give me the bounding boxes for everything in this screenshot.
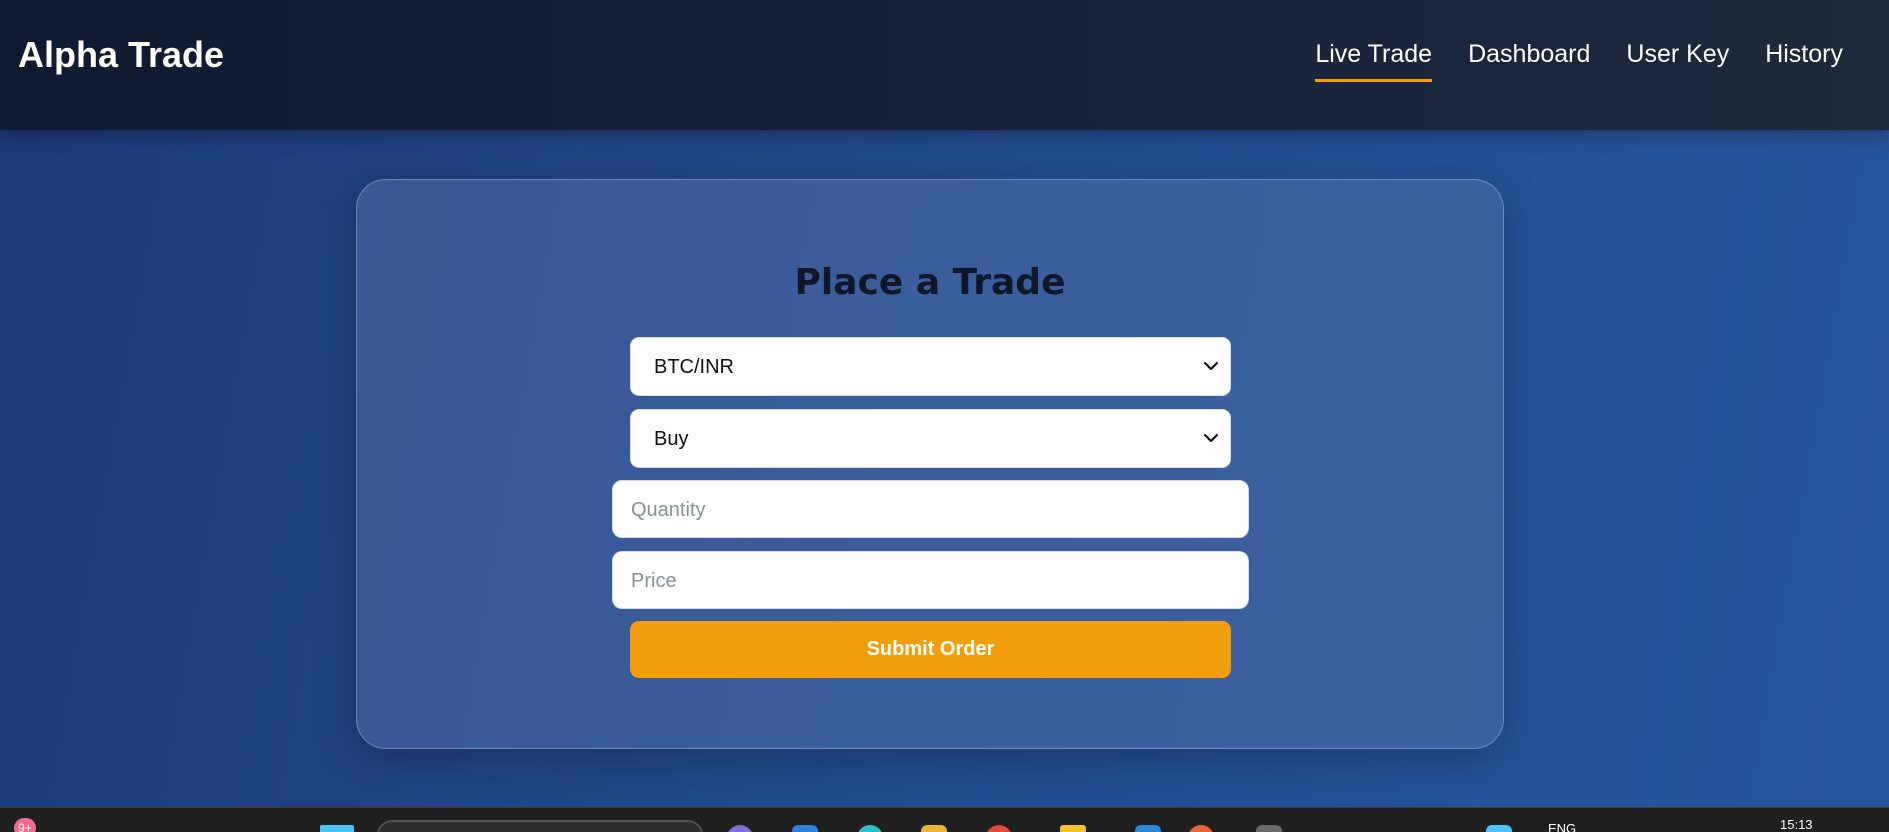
nav-history[interactable]: History — [1765, 40, 1843, 82]
chevron-down-icon — [1203, 361, 1219, 371]
price-input[interactable]: Price — [612, 551, 1249, 609]
taskbar-search[interactable] — [377, 820, 703, 832]
side-select[interactable]: Buy — [630, 409, 1231, 468]
quantity-input[interactable]: Quantity — [612, 480, 1249, 538]
start-icon[interactable] — [320, 825, 354, 832]
nav-dashboard[interactable]: Dashboard — [1468, 40, 1590, 82]
brand-logo-text[interactable]: Alpha Trade — [18, 34, 224, 76]
app-icon[interactable] — [857, 825, 883, 832]
app-icon[interactable] — [1486, 825, 1512, 832]
app-icon[interactable] — [1188, 825, 1214, 832]
code-editor-icon[interactable] — [1135, 825, 1161, 832]
pair-select[interactable]: BTC/INR — [630, 337, 1231, 396]
price-placeholder: Price — [631, 570, 677, 592]
browser-icon[interactable] — [986, 825, 1012, 832]
trade-card: Place a Trade BTC/INR Buy Quantity Price… — [356, 179, 1504, 749]
app-icon[interactable] — [792, 825, 818, 832]
folder-icon[interactable] — [921, 825, 947, 832]
language-indicator[interactable]: ENG — [1548, 821, 1576, 832]
chevron-down-icon — [1203, 433, 1219, 443]
nav-live-trade[interactable]: Live Trade — [1315, 40, 1433, 82]
nav-user-key[interactable]: User Key — [1626, 40, 1729, 82]
top-navbar: Alpha Trade Live Trade Dashboard User Ke… — [0, 0, 1889, 130]
os-taskbar: 9+ ENG 15:13 — [0, 807, 1889, 832]
clock-time[interactable]: 15:13 — [1780, 817, 1813, 832]
side-select-value: Buy — [654, 428, 689, 450]
pair-select-value: BTC/INR — [654, 356, 734, 378]
app-icon[interactable] — [727, 825, 753, 832]
quantity-placeholder: Quantity — [631, 499, 706, 521]
nav-links: Live Trade Dashboard User Key History — [1315, 40, 1843, 82]
settings-icon[interactable] — [1256, 825, 1282, 832]
submit-order-button[interactable]: Submit Order — [630, 621, 1231, 678]
notification-badge[interactable]: 9+ — [14, 818, 36, 832]
app-icon[interactable] — [1060, 825, 1086, 832]
card-title: Place a Trade — [794, 262, 1066, 303]
